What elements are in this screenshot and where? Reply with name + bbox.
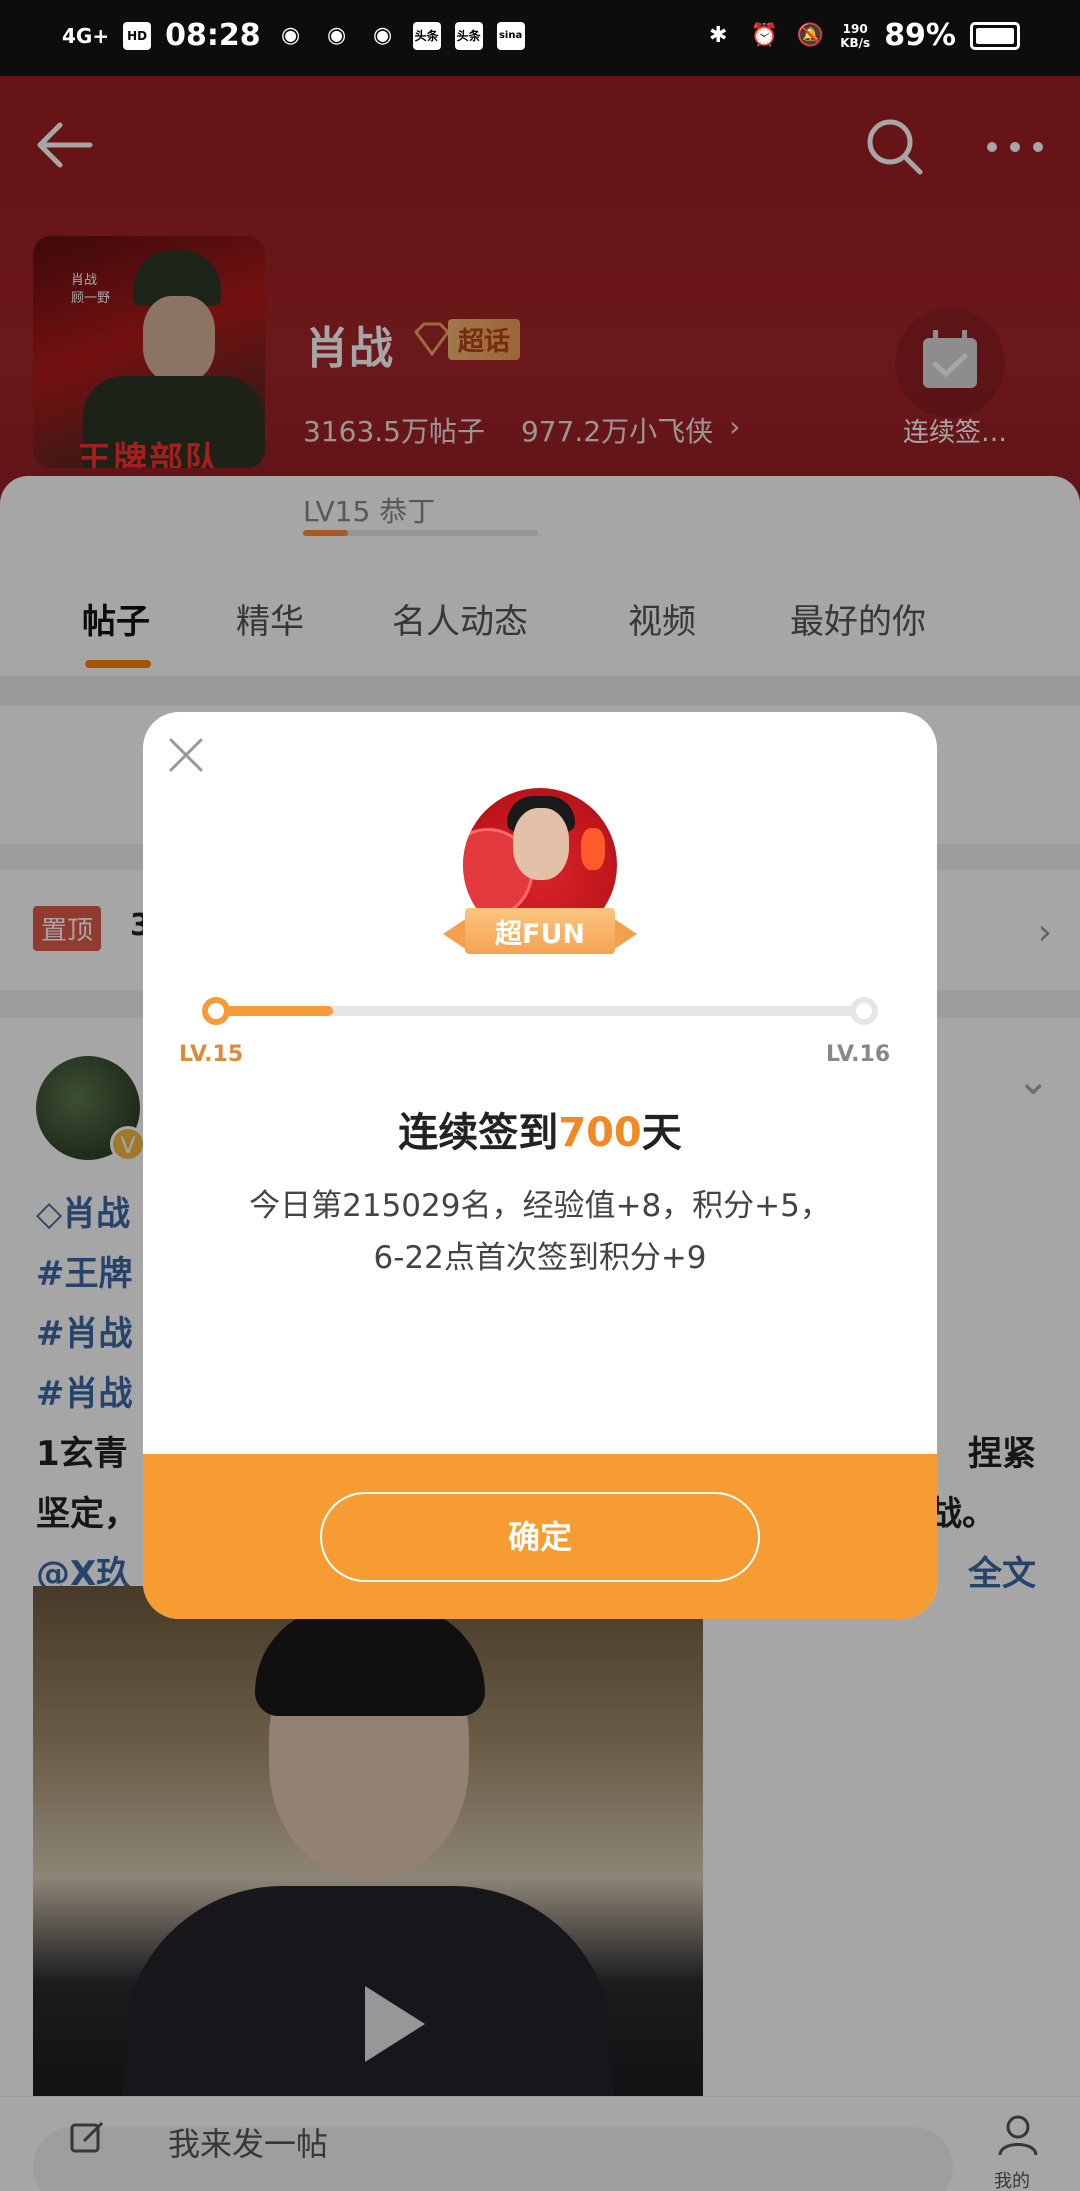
checkin-bonus: 6-22点首次签到积分+9 bbox=[373, 1240, 707, 1276]
level-progress-fill bbox=[216, 1006, 333, 1016]
checkin-dialog: 超FUN LV.15 LV.16 连续签到700天 今日第215029名，经验值… bbox=[143, 712, 937, 1619]
mute-icon: 🔕 bbox=[796, 22, 824, 48]
progress-end-dot bbox=[850, 997, 878, 1025]
clock: 08:28 bbox=[165, 18, 261, 53]
bluetooth-icon: ✱ bbox=[708, 22, 728, 48]
weibo-icon: ◉ bbox=[280, 22, 301, 48]
network-speed: 190 KB/s bbox=[840, 21, 871, 50]
hd-icon: HD bbox=[123, 21, 152, 50]
battery-percent: 89% bbox=[884, 18, 956, 53]
progress-start-dot bbox=[202, 997, 230, 1025]
status-bar: 4G+ HD 08:28 ◉ ◉ ◉ 头条 头条 sina ✱ ⏰ 🔕 190 … bbox=[0, 0, 1080, 76]
toutiao-icon: 头条 bbox=[412, 21, 441, 50]
confirm-button[interactable]: 确定 bbox=[320, 1492, 760, 1582]
level-progress-track bbox=[216, 1006, 866, 1016]
weibo-icon: ◉ bbox=[372, 22, 393, 48]
current-level: LV.15 bbox=[179, 1042, 244, 1067]
checkin-days: 700 bbox=[558, 1110, 642, 1156]
medal-ribbon: 超FUN bbox=[443, 908, 637, 954]
close-icon[interactable] bbox=[161, 730, 211, 780]
checkin-detail: 今日第215029名，经验值+8，积分+5， bbox=[249, 1188, 831, 1224]
next-level: LV.16 bbox=[826, 1042, 891, 1067]
dialog-footer: 确定 bbox=[143, 1454, 937, 1619]
weibo-icon: ◉ bbox=[326, 22, 347, 48]
battery-icon bbox=[970, 21, 1020, 50]
sina-icon: sina bbox=[496, 21, 525, 50]
checkin-title: 连续签到700天 bbox=[398, 1110, 682, 1156]
toutiao-icon: 头条 bbox=[454, 21, 483, 50]
alarm-icon: ⏰ bbox=[750, 22, 778, 48]
network-indicator: 4G+ bbox=[62, 23, 110, 48]
